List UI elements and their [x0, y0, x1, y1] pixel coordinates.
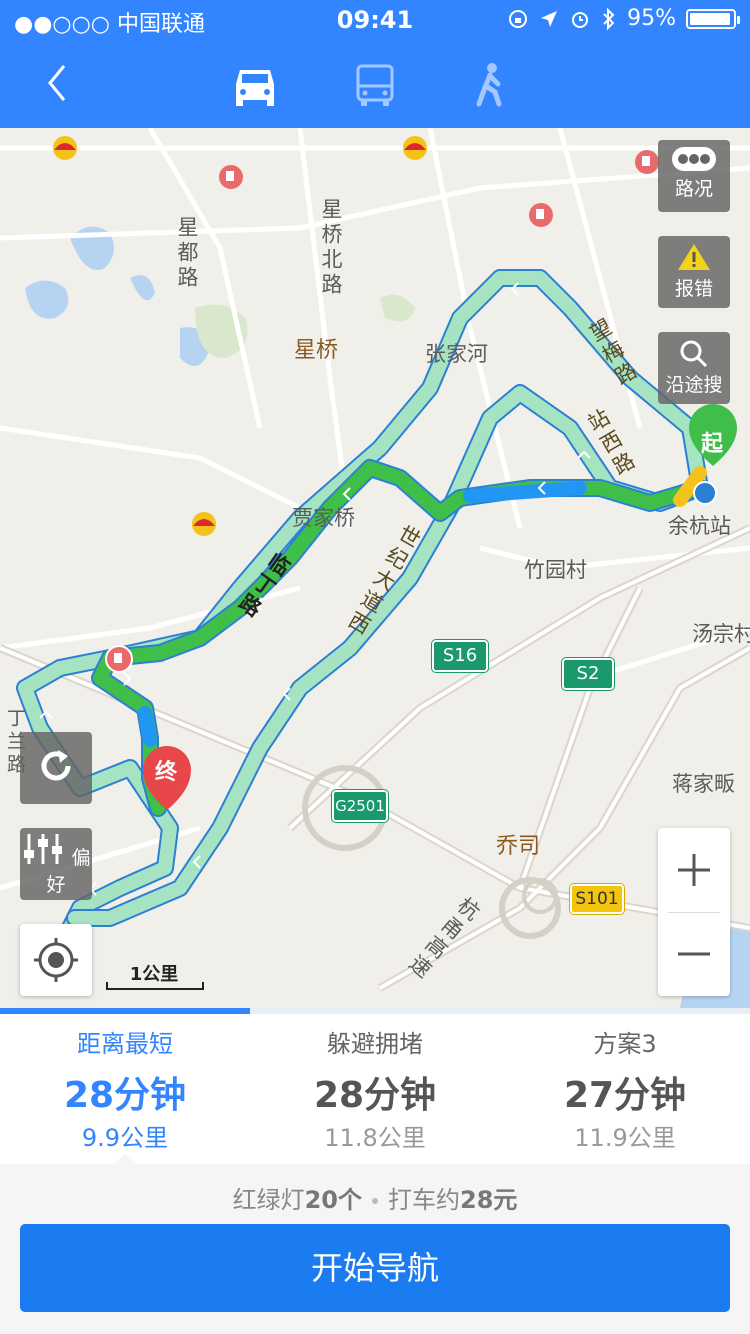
locate-button[interactable]	[20, 924, 92, 996]
warning-icon	[678, 244, 710, 270]
plan-name: 方案3	[593, 1030, 657, 1058]
shield-g2501: G2501	[332, 790, 388, 822]
map-view[interactable]: 星都路 星桥北路 星桥 张家河 望梅路 站西路 余杭站 贾家桥 临丁路 世纪大道…	[0, 128, 750, 1008]
search-along-button[interactable]: 沿途搜	[658, 332, 730, 404]
refresh-button[interactable]	[20, 732, 92, 804]
traffic-lights-count: 20个	[304, 1186, 362, 1214]
preference-button[interactable]: 偏好	[20, 828, 92, 900]
location-arrow-icon	[541, 10, 558, 27]
place-label-jiangjiafan: 蒋家畈	[672, 772, 735, 796]
shield-s2: S2	[562, 658, 614, 690]
plan-name: 距离最短	[77, 1030, 173, 1058]
scale-ruler	[106, 982, 204, 990]
search-along-label: 沿途搜	[665, 374, 723, 396]
zoom-out-icon[interactable]	[658, 912, 730, 996]
route-info-panel: 红绿灯20个 打车约28元 开始导航	[0, 1164, 750, 1334]
plan-name: 躲避拥堵	[327, 1030, 423, 1058]
traffic-icon	[672, 147, 716, 171]
traffic-button[interactable]: 路况	[658, 140, 730, 212]
plan-duration: 27分钟	[563, 1075, 687, 1116]
status-bar: ●●○○○ 中国联通 09:41 95%	[0, 0, 750, 40]
shield-s16: S16	[432, 640, 488, 672]
plan-duration: 28分钟	[313, 1075, 437, 1116]
battery-percent: 95%	[627, 6, 676, 31]
route-plans: 距离最短 28分钟 9.9公里 躲避拥堵 28分钟 11.8公里 方案3 27分…	[0, 1014, 750, 1166]
place-label-zhuyuancun: 竹园村	[524, 558, 587, 582]
end-marker[interactable]: 终	[155, 754, 177, 786]
plan-option-2[interactable]: 躲避拥堵 28分钟 11.8公里	[250, 1014, 500, 1164]
place-label-jiajiaqiao: 贾家桥	[292, 506, 355, 530]
battery-icon	[686, 8, 740, 29]
report-label: 报错	[674, 278, 713, 300]
search-icon	[680, 340, 708, 368]
alarm-icon	[572, 11, 589, 28]
place-label-xingqiao: 星桥	[294, 338, 339, 363]
traffic-lights-prefix: 红绿灯	[232, 1186, 305, 1214]
scale-bar: 1公里	[104, 960, 204, 994]
route-summary: 红绿灯20个 打车约28元	[0, 1180, 750, 1215]
place-label-tangzongcun: 汤宗村	[692, 622, 750, 646]
plan-distance: 9.9公里	[81, 1124, 169, 1152]
place-label-zhangjiahe: 张家河	[425, 342, 488, 366]
bus-mode-icon[interactable]	[350, 62, 400, 108]
start-marker[interactable]: 起	[701, 426, 723, 458]
zoom-control	[658, 828, 730, 996]
shield-s101: S101	[570, 884, 624, 914]
car-mode-icon[interactable]	[230, 62, 280, 108]
walk-mode-icon[interactable]	[465, 62, 515, 108]
plan-duration: 28分钟	[63, 1075, 187, 1116]
report-button[interactable]: 报错	[658, 236, 730, 308]
traffic-label: 路况	[674, 178, 713, 200]
place-label-yuhang-station: 余杭站	[668, 514, 731, 538]
separator-dot	[372, 1198, 378, 1204]
place-label-qiaosi: 乔司	[496, 834, 541, 859]
taxi-price: 28元	[460, 1186, 518, 1214]
locate-icon	[34, 938, 78, 982]
plan-option-3[interactable]: 方案3 27分钟 11.9公里	[500, 1014, 750, 1164]
plan-distance: 11.8公里	[324, 1124, 426, 1152]
road-label-xingqiao-north: 星桥北路	[319, 198, 343, 298]
taxi-prefix: 打车约	[388, 1186, 460, 1214]
nav-row	[0, 44, 750, 128]
back-icon[interactable]	[34, 58, 84, 108]
plan-distance: 11.9公里	[574, 1124, 676, 1152]
road-label-xingdu: 星都路	[175, 216, 199, 291]
sliders-icon	[24, 834, 63, 864]
start-navigation-button[interactable]: 开始导航	[20, 1224, 730, 1312]
rotation-lock-icon	[509, 9, 528, 28]
top-bar: ●●○○○ 中国联通 09:41 95%	[0, 0, 750, 128]
refresh-icon	[41, 750, 71, 781]
bluetooth-icon	[603, 7, 615, 30]
status-right: 95%	[507, 6, 740, 31]
zoom-in-icon[interactable]	[658, 828, 730, 912]
plan-option-1[interactable]: 距离最短 28分钟 9.9公里	[0, 1014, 250, 1166]
